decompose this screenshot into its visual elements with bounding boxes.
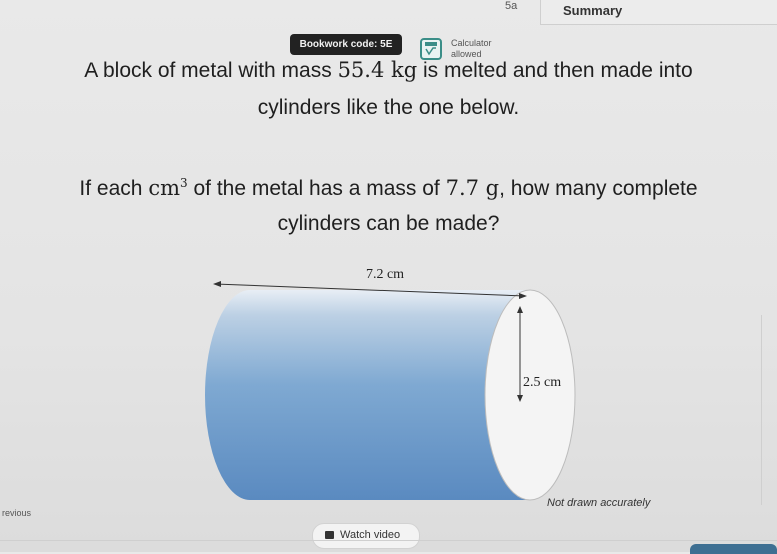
divider — [0, 540, 777, 541]
step-label: 5a — [505, 0, 518, 12]
length-arrow-head-left — [213, 281, 221, 287]
previous-button-label: revious — [2, 508, 32, 518]
previous-button[interactable]: revious — [0, 506, 62, 528]
side-panel-edge — [761, 315, 777, 505]
not-drawn-accurately-note: Not drawn accurately — [547, 497, 651, 509]
length-label: 7.2 cm — [366, 267, 404, 282]
question-line-4: cylinders can be made? — [277, 212, 500, 235]
question-line-3: If each cm3 of the metal has a mass of 7… — [79, 176, 698, 200]
cylinder-end-face — [484, 289, 576, 501]
summary-tab[interactable]: Summary — [540, 0, 777, 25]
video-icon — [325, 531, 334, 539]
answer-button[interactable] — [690, 544, 777, 554]
summary-tab-label: Summary — [563, 3, 623, 18]
watch-video-button[interactable]: Watch video — [312, 523, 420, 549]
question-line-2: cylinders like the one below. — [257, 96, 520, 119]
calculator-allowed-text: Calculator allowed — [451, 38, 492, 59]
diameter-label: 2.5 cm — [523, 375, 561, 390]
question-line-1: A block of metal with mass 55.4 kg is me… — [84, 58, 693, 82]
cylinder-body — [205, 290, 530, 500]
cylinder-diagram: 7.2 cm 2.5 cm — [195, 262, 585, 514]
bookwork-code-badge: Bookwork code: 5E — [290, 34, 402, 55]
calculator-icon — [420, 38, 442, 60]
